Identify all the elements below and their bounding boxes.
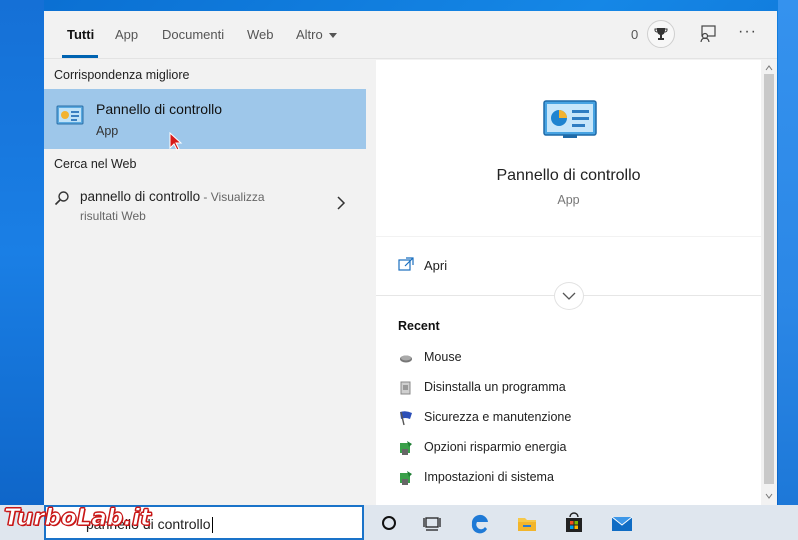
chevron-down-icon — [562, 292, 576, 300]
filter-tabs: Tutti App Documenti Web Altro 0 ··· — [44, 11, 777, 59]
recent-item-mouse[interactable]: Mouse — [398, 348, 738, 368]
preview-title: Pannello di controllo — [496, 167, 641, 184]
uninstall-icon — [398, 380, 414, 396]
power-options-icon — [398, 440, 414, 456]
scroll-down-icon[interactable] — [765, 492, 773, 500]
scrollbar-thumb[interactable] — [764, 74, 774, 484]
chevron-down-icon — [328, 33, 337, 39]
recent-item-label: Mouse — [424, 350, 462, 364]
recent-heading: Recent — [398, 319, 440, 333]
feedback-icon[interactable] — [698, 24, 718, 44]
open-action[interactable]: Apri — [424, 258, 447, 273]
open-icon — [398, 257, 414, 271]
web-result-query: pannello di controllo — [80, 189, 201, 204]
web-result-line1: pannello di controllo - Visualizza — [80, 189, 265, 204]
mouse-icon — [398, 350, 414, 366]
more-options-icon[interactable]: ··· — [738, 23, 757, 41]
trophy-icon[interactable] — [647, 20, 675, 48]
recent-item-label: Sicurezza e manutenzione — [424, 410, 572, 424]
preview-type: App — [557, 193, 580, 207]
web-search-result[interactable]: pannello di controllo - Visualizza risul… — [44, 186, 366, 232]
rewards-points: 0 — [631, 27, 639, 42]
text-caret — [211, 517, 213, 534]
cortana-icon[interactable] — [378, 512, 400, 534]
recent-item-power[interactable]: Opzioni risparmio energia — [398, 438, 738, 458]
best-match-type: App — [96, 124, 119, 138]
web-result-suffix: - Visualizza — [200, 190, 265, 204]
task-view-icon[interactable] — [421, 512, 443, 534]
web-heading: Cerca nel Web — [54, 157, 137, 171]
system-settings-icon — [398, 470, 414, 486]
start-search-panel: Tutti App Documenti Web Altro 0 ··· Corr… — [44, 11, 777, 505]
control-panel-large-icon — [543, 100, 597, 140]
best-match-title: Pannello di controllo — [96, 101, 223, 117]
chevron-right-icon[interactable] — [336, 196, 346, 210]
best-match-result[interactable]: Pannello di controllo App — [44, 89, 366, 149]
desktop-background-right — [778, 0, 798, 505]
watermark-logo: TurboLab.it — [4, 505, 152, 532]
security-flag-icon — [398, 410, 414, 426]
expand-button[interactable] — [554, 282, 584, 310]
mouse-pointer-icon — [169, 131, 183, 157]
search-icon — [54, 190, 70, 206]
results-list: Corrispondenza migliore Pannello di cont… — [44, 60, 366, 505]
preview-pane: Pannello di controllo App Apri Recent Mo… — [366, 60, 761, 505]
tab-web[interactable]: Web — [247, 27, 274, 42]
recent-item-label: Impostazioni di sistema — [424, 470, 554, 484]
recent-item-label: Disinstalla un programma — [424, 380, 566, 394]
recent-item-uninstall[interactable]: Disinstalla un programma — [398, 378, 738, 398]
edge-browser-icon[interactable] — [469, 512, 491, 534]
active-tab-indicator — [62, 55, 98, 58]
file-explorer-icon[interactable] — [516, 512, 538, 534]
store-icon[interactable] — [563, 512, 585, 534]
preview-card: Pannello di controllo App — [376, 60, 761, 236]
best-match-heading: Corrispondenza migliore — [54, 68, 190, 82]
recent-item-security[interactable]: Sicurezza e manutenzione — [398, 408, 738, 428]
tab-documenti[interactable]: Documenti — [162, 27, 224, 42]
desktop-background — [0, 0, 44, 505]
preview-actions: Apri Recent Mouse Disinstalla un program… — [376, 237, 761, 505]
recent-item-label: Opzioni risparmio energia — [424, 440, 567, 454]
mail-icon[interactable] — [610, 512, 633, 534]
control-panel-icon — [56, 105, 84, 127]
tab-app[interactable]: App — [115, 27, 138, 42]
web-result-line2: risultati Web — [80, 209, 146, 223]
recent-item-system[interactable]: Impostazioni di sistema — [398, 468, 738, 488]
scrollbar[interactable] — [761, 60, 777, 505]
tab-altro-label: Altro — [296, 27, 323, 42]
tab-altro[interactable]: Altro — [296, 27, 337, 42]
scroll-up-icon[interactable] — [765, 64, 773, 72]
tab-tutti[interactable]: Tutti — [67, 27, 94, 42]
